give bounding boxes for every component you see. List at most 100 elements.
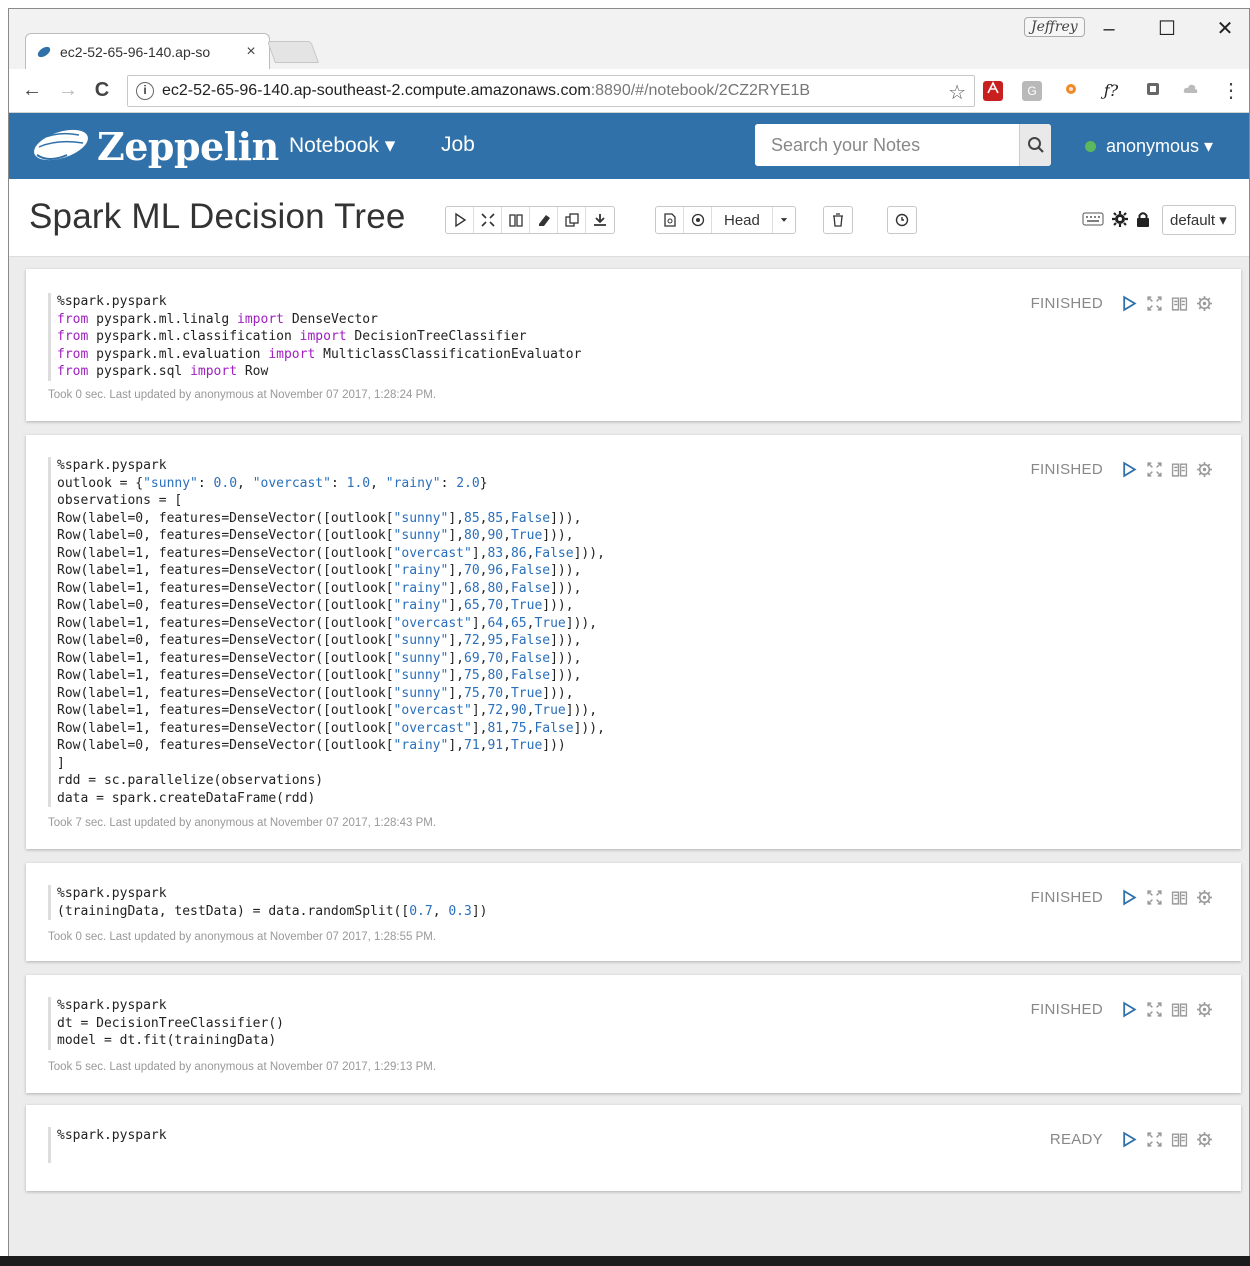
- code-line: Row(label=1, features=DenseVector([outlo…: [57, 685, 605, 703]
- clone-note-button[interactable]: [558, 207, 586, 233]
- paragraph-settings-button[interactable]: [1193, 887, 1215, 907]
- head-revision-label[interactable]: Head: [712, 207, 773, 233]
- play-icon: [1122, 1131, 1137, 1147]
- code-text: ,: [503, 703, 511, 718]
- paragraph-2[interactable]: %spark.pyspark outlook = {"sunny": 0.0, "…: [26, 435, 1241, 849]
- info-icon[interactable]: i: [136, 82, 154, 100]
- function-extension-icon[interactable]: ƒ?: [1101, 81, 1121, 101]
- toggle-output-button[interactable]: [1168, 999, 1190, 1019]
- keyboard-icon[interactable]: [1082, 212, 1104, 226]
- profile-name[interactable]: Jeffrey: [1024, 17, 1085, 37]
- paragraph-1[interactable]: %spark.pyspark from pyspark.ml.linalg imp…: [26, 269, 1241, 421]
- code-literal: "rainy": [393, 580, 449, 596]
- browser-menu-icon[interactable]: ⋮: [1221, 81, 1241, 101]
- zeppelin-logo[interactable]: Zeppelin: [27, 123, 279, 169]
- cloud-extension-icon[interactable]: [1181, 81, 1201, 101]
- square-extension-icon[interactable]: [1143, 81, 1163, 101]
- paragraph-settings-button[interactable]: [1193, 1129, 1215, 1149]
- code-text: ,: [503, 633, 511, 648]
- code-editor[interactable]: %spark.pyspark outlook = {"sunny": 0.0, "…: [48, 457, 605, 807]
- clear-output-button[interactable]: [530, 207, 558, 233]
- code-text: ])): [542, 738, 566, 753]
- code-text: pyspark.ml.evaluation: [88, 346, 269, 362]
- toggle-editor-button[interactable]: [1143, 887, 1165, 907]
- code-editor[interactable]: %spark.pyspark (trainingData, testData) =…: [48, 885, 487, 920]
- job-link[interactable]: Job: [441, 133, 475, 157]
- code-text: ])),: [550, 510, 582, 526]
- play-icon: [1122, 889, 1137, 905]
- code-text: ],: [448, 510, 464, 526]
- delete-note-button[interactable]: [824, 207, 852, 233]
- toggle-output-button[interactable]: [1168, 459, 1190, 479]
- reload-button[interactable]: C: [89, 77, 115, 103]
- code-line: model = dt.fit(trainingData): [57, 1032, 284, 1050]
- forward-button[interactable]: →: [55, 77, 81, 103]
- code-editor[interactable]: %spark.pyspark dt = DecisionTreeClassifie…: [48, 997, 284, 1050]
- search-input[interactable]: [755, 124, 1019, 166]
- minimize-button[interactable]: –: [1087, 11, 1131, 47]
- run-paragraph-button[interactable]: [1118, 887, 1140, 907]
- interpreter-select[interactable]: default ▾: [1162, 205, 1236, 235]
- maximize-button[interactable]: ☐: [1145, 11, 1189, 47]
- show-hide-code-button[interactable]: [474, 207, 502, 233]
- paragraph-5[interactable]: %spark.pyspark READY: [26, 1105, 1241, 1191]
- run-paragraph-button[interactable]: [1118, 293, 1140, 313]
- revision-compare-button[interactable]: [684, 207, 712, 233]
- back-button[interactable]: ←: [19, 77, 45, 103]
- user-menu[interactable]: anonymous ▾: [1085, 136, 1213, 157]
- code-literal: 96: [487, 563, 504, 578]
- expand-icon: [1146, 1001, 1162, 1017]
- code-literal: "sunny": [393, 633, 449, 648]
- search-button[interactable]: [1019, 124, 1051, 166]
- new-tab-button[interactable]: [266, 41, 320, 63]
- toggle-editor-button[interactable]: [1143, 293, 1165, 313]
- run-paragraph-button[interactable]: [1118, 1129, 1140, 1149]
- paragraph-settings-button[interactable]: [1193, 459, 1215, 479]
- toggle-editor-button[interactable]: [1143, 459, 1165, 479]
- code-text: ])),: [550, 633, 582, 648]
- code-line: %spark.pyspark: [57, 457, 605, 475]
- paragraph-controls: FINISHED: [1031, 459, 1215, 479]
- scheduler-button[interactable]: [888, 207, 916, 233]
- gear-icon[interactable]: [1112, 211, 1128, 227]
- toggle-editor-button[interactable]: [1143, 999, 1165, 1019]
- lock-icon[interactable]: [1136, 211, 1150, 227]
- code-literal: 2.0: [456, 475, 480, 491]
- toggle-output-button[interactable]: [1168, 887, 1190, 907]
- run-paragraph-button[interactable]: [1118, 999, 1140, 1019]
- bug-extension-icon[interactable]: [1061, 81, 1081, 101]
- export-note-button[interactable]: [586, 207, 614, 233]
- code-line: %spark.pyspark: [57, 1127, 167, 1145]
- code-literal: 80: [487, 668, 504, 683]
- book-icon: [1171, 296, 1187, 311]
- paragraph-settings-button[interactable]: [1193, 293, 1215, 313]
- paragraph-3[interactable]: %spark.pyspark (trainingData, testData) =…: [26, 863, 1241, 961]
- bookmark-star-icon[interactable]: ☆: [948, 80, 966, 105]
- note-title[interactable]: Spark ML Decision Tree: [29, 197, 406, 237]
- tab-close-icon[interactable]: ×: [243, 43, 259, 61]
- google-extension-icon[interactable]: G: [1022, 81, 1042, 101]
- address-bar[interactable]: i ec2-52-65-96-140.ap-southeast-2.comput…: [127, 75, 975, 107]
- notebook-menu[interactable]: Notebook ▾: [289, 133, 395, 158]
- code-editor[interactable]: %spark.pyspark from pyspark.ml.linalg imp…: [48, 293, 581, 381]
- revision-dropdown-icon[interactable]: [773, 207, 795, 233]
- code-text: Row(label=1, features=DenseVector([outlo…: [57, 580, 394, 596]
- paragraph-status: READY: [1049, 1130, 1103, 1148]
- commit-button[interactable]: [656, 207, 684, 233]
- code-text: DenseVector: [284, 311, 378, 327]
- browser-tab[interactable]: ec2-52-65-96-140.ap-so ×: [25, 33, 270, 69]
- run-all-button[interactable]: [446, 207, 474, 233]
- run-paragraph-button[interactable]: [1118, 459, 1140, 479]
- pdf-extension-icon[interactable]: [983, 81, 1003, 101]
- toggle-editor-button[interactable]: [1143, 1129, 1165, 1149]
- show-hide-output-button[interactable]: [502, 207, 530, 233]
- code-text: ],: [448, 598, 464, 613]
- code-line: Row(label=1, features=DenseVector([outlo…: [57, 580, 605, 598]
- toggle-output-button[interactable]: [1168, 1129, 1190, 1149]
- code-editor[interactable]: %spark.pyspark: [48, 1127, 167, 1163]
- toggle-output-button[interactable]: [1168, 293, 1190, 313]
- paragraph-4[interactable]: %spark.pyspark dt = DecisionTreeClassifie…: [26, 975, 1241, 1093]
- paragraph-settings-button[interactable]: [1193, 999, 1215, 1019]
- close-window-button[interactable]: ✕: [1203, 11, 1247, 47]
- code-text: Row(label=1, features=DenseVector([outlo…: [57, 685, 394, 701]
